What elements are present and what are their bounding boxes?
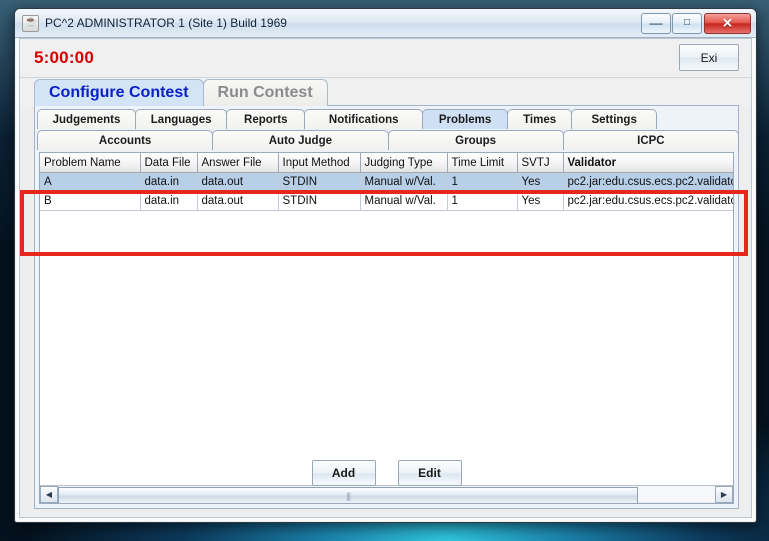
sub-tab-groups[interactable]: Groups [387,130,564,150]
sub-tab-auto-judge[interactable]: Auto Judge [212,130,389,150]
table-cell[interactable]: data.in [140,172,198,192]
sub-tab-reports[interactable]: Reports [226,109,306,129]
table-cell[interactable]: Yes [517,191,564,211]
scroll-right-arrow-icon[interactable]: ▶ [715,486,733,503]
main-tab-bar: Configure Contest Run Contest [20,78,751,106]
edit-button[interactable]: Edit [397,460,462,486]
sub-tab-problems[interactable]: Problems [422,109,508,129]
table-cell[interactable]: Yes [517,172,564,192]
table-cell[interactable]: pc2.jar:edu.csus.ecs.pc2.validator.Valid… [563,191,733,211]
java-coffee-cup-icon [22,14,39,32]
table-cell[interactable]: 1 [447,172,518,192]
maximize-icon: □ [683,17,691,28]
contest-clock-bar: 5:00:00 Exi [20,39,751,78]
sub-tab-languages[interactable]: Languages [135,109,228,129]
scroll-left-arrow-icon[interactable]: ◀ [40,486,58,503]
close-icon: ✕ [722,15,733,31]
table-cell[interactable]: data.in [140,191,198,211]
table-cell[interactable]: 1 [447,191,518,211]
action-button-bar: Add Edit [35,460,738,486]
problems-table-container: Problem Name Data File Answer File Input Me… [39,152,734,504]
sub-tab-row-2: Accounts Auto Judge Groups ICPC [35,129,739,150]
configure-contest-panel: Judgements Languages Reports Notificatio… [34,105,739,509]
table-cell[interactable]: pc2.jar:edu.csus.ecs.pc2.validator.Valid… [563,172,733,192]
table-cell[interactable]: A [40,172,141,192]
table-column-header[interactable]: Judging Type [360,153,448,173]
table-cell[interactable]: STDIN [278,172,361,192]
table-row[interactable]: Adata.in data.out STDIN Manual w/Val. 1 Yes pc… [40,172,733,192]
table-column-header[interactable]: SVTJ [517,153,564,173]
problems-table: Problem Name Data File Answer File Input Me… [40,153,733,211]
table-column-header[interactable]: Time Limit [447,153,518,173]
main-tab-configure-contest[interactable]: Configure Contest [34,79,204,106]
table-row[interactable]: Bdata.in data.out STDIN Manual w/Val. 1 Yes pc… [40,191,733,211]
exit-button[interactable]: Exi [679,44,739,71]
sub-tab-row-1: Judgements Languages Reports Notificatio… [35,106,738,129]
table-cell[interactable]: data.out [197,191,279,211]
table-column-header[interactable]: Validator [563,153,733,173]
sub-tab-times[interactable]: Times [506,109,573,129]
table-header-row: Problem Name Data File Answer File Input Me… [40,153,733,173]
minimize-icon: — [649,15,663,31]
table-cell[interactable]: Manual w/Val. [360,191,448,211]
table-column-header[interactable]: Answer File [197,153,279,173]
main-tab-run-contest[interactable]: Run Contest [202,79,328,106]
table-column-header[interactable]: Data File [140,153,198,173]
close-button[interactable]: ✕ [704,12,751,34]
horizontal-scrollbar[interactable]: ◀ ▶ [40,485,733,503]
window-title: PC^2 ADMINISTRATOR 1 (Site 1) Build 1969 [45,16,287,30]
table-cell[interactable]: B [40,191,141,211]
sub-tab-accounts[interactable]: Accounts [37,130,214,150]
add-button[interactable]: Add [311,460,376,486]
minimize-button[interactable]: — [641,12,671,34]
title-bar: PC^2 ADMINISTRATOR 1 (Site 1) Build 1969… [15,9,756,38]
table-cell[interactable]: STDIN [278,191,361,211]
scrollbar-thumb[interactable] [58,487,639,503]
contest-clock: 5:00:00 [34,48,94,67]
sub-tab-notifications[interactable]: Notifications [304,109,424,129]
table-column-header[interactable]: Problem Name [40,153,141,173]
sub-tab-icpc[interactable]: ICPC [562,130,739,150]
sub-tab-judgements[interactable]: Judgements [37,109,136,129]
table-cell[interactable]: Manual w/Val. [360,172,448,192]
problems-table-viewport: Problem Name Data File Answer File Input Me… [40,153,733,486]
maximize-button[interactable]: □ [672,12,702,34]
client-area: 5:00:00 Exi Configure Contest Run Contes… [19,38,752,518]
table-cell[interactable]: data.out [197,172,279,192]
application-window: PC^2 ADMINISTRATOR 1 (Site 1) Build 1969… [14,8,757,523]
sub-tab-settings[interactable]: Settings [571,109,657,129]
scrollbar-track[interactable] [58,487,715,503]
table-column-header[interactable]: Input Method [278,153,361,173]
